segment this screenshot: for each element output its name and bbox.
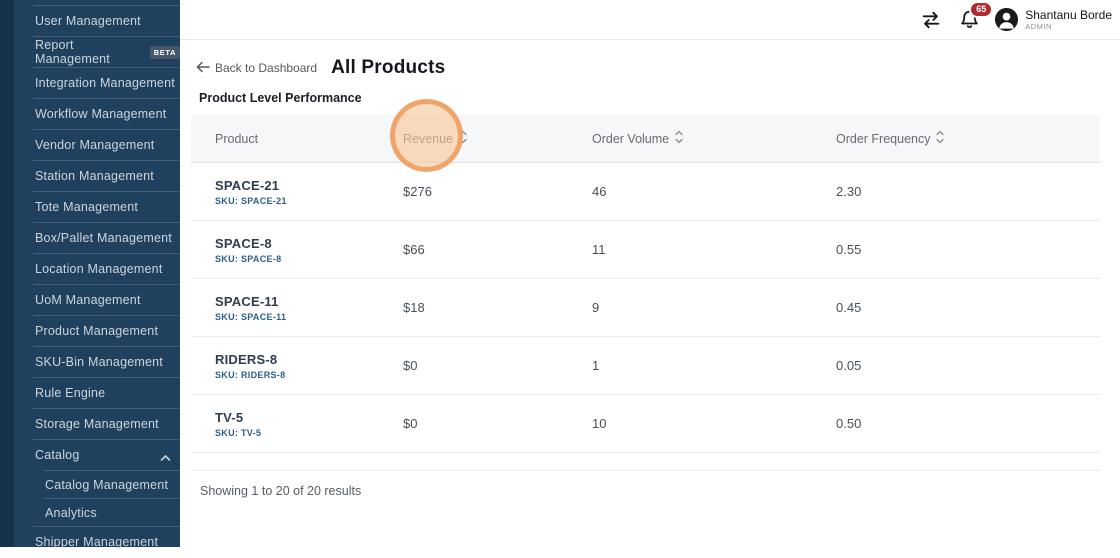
product-sku: SKU: SPACE-8: [215, 254, 403, 264]
sort-icon: [936, 130, 944, 147]
order-frequency-value: 0.05: [836, 358, 1100, 373]
sidebar-item-rule-engine[interactable]: Rule Engine: [0, 378, 180, 408]
product-name: SPACE-21: [215, 178, 403, 193]
back-to-dashboard-link[interactable]: Back to Dashboard: [196, 61, 317, 76]
column-header-order-volume[interactable]: Order Volume: [592, 130, 836, 147]
sidebar-item-catalog[interactable]: Catalog: [0, 440, 180, 470]
sidebar-item-analytics[interactable]: Analytics: [0, 499, 180, 526]
product-sku: SKU: SPACE-11: [215, 312, 403, 322]
revenue-value: $0: [403, 416, 592, 431]
order-volume-value: 10: [592, 416, 836, 431]
product-name: TV-5: [215, 410, 403, 425]
order-volume-value: 9: [592, 300, 836, 315]
notifications-bell-icon[interactable]: 65: [957, 8, 981, 32]
order-volume-value: 11: [592, 242, 836, 257]
revenue-value: $18: [403, 300, 592, 315]
sidebar-item-box-pallet-management[interactable]: Box/Pallet Management: [0, 223, 180, 253]
order-frequency-value: 2.30: [836, 184, 1100, 199]
product-name: SPACE-11: [215, 294, 403, 309]
top-header: 65 Shantanu Borde ADMIN: [180, 0, 1120, 40]
order-volume-value: 1: [592, 358, 836, 373]
table-row[interactable]: SPACE-8 SKU: SPACE-8 $66 11 0.55: [191, 221, 1100, 279]
revenue-value: $0: [403, 358, 592, 373]
sidebar-item-report-management[interactable]: Report ManagementBETA: [0, 37, 180, 67]
sidebar-item-sku-bin-management[interactable]: SKU-Bin Management: [0, 347, 180, 377]
table-row[interactable]: SPACE-11 SKU: SPACE-11 $18 9 0.45: [191, 279, 1100, 337]
sidebar-item-workflow-management[interactable]: Workflow Management: [0, 99, 180, 129]
product-sku: SKU: SPACE-21: [215, 196, 403, 206]
sidebar-nav: User Management Report ManagementBETA In…: [0, 2, 180, 558]
sidebar-item-station-management[interactable]: Station Management: [0, 161, 180, 191]
sort-icon: [675, 130, 683, 147]
sidebar-item-storage-management[interactable]: Storage Management: [0, 409, 180, 439]
sidebar-item-shipper-management[interactable]: Shipper Management: [0, 527, 180, 557]
main-area: 65 Shantanu Borde ADMIN Back to Dashboar…: [180, 0, 1120, 547]
product-sku: SKU: TV-5: [215, 428, 403, 438]
table-row[interactable]: SPACE-21 SKU: SPACE-21 $276 46 2.30: [191, 163, 1100, 221]
product-performance-table: Product Revenue Order Volume Order Frequ…: [191, 115, 1100, 498]
sidebar-item-vendor-management[interactable]: Vendor Management: [0, 130, 180, 160]
table-header-row: Product Revenue Order Volume Order Frequ…: [191, 115, 1100, 163]
order-volume-value: 46: [592, 184, 836, 199]
column-header-order-frequency[interactable]: Order Frequency: [836, 130, 1100, 147]
user-menu[interactable]: Shantanu Borde ADMIN: [995, 8, 1112, 31]
sidebar-item-uom-management[interactable]: UoM Management: [0, 285, 180, 315]
sidebar-item-integration-management[interactable]: Integration Management: [0, 68, 180, 98]
table-bottom-border: [191, 453, 1100, 471]
column-header-product: Product: [191, 132, 403, 146]
results-summary: Showing 1 to 20 of 20 results: [191, 471, 1100, 498]
swap-icon[interactable]: [919, 8, 943, 32]
sidebar-item-catalog-management[interactable]: Catalog Management: [0, 471, 180, 498]
sidebar: User Management Report ManagementBETA In…: [0, 0, 180, 547]
revenue-value: $276: [403, 184, 592, 199]
table-row[interactable]: RIDERS-8 SKU: RIDERS-8 $0 1 0.05: [191, 337, 1100, 395]
user-name: Shantanu Borde: [1025, 8, 1112, 22]
breadcrumb: Back to Dashboard All Products: [180, 40, 1120, 79]
sidebar-item-user-management[interactable]: User Management: [0, 6, 180, 36]
product-name: RIDERS-8: [215, 352, 403, 367]
product-name: SPACE-8: [215, 236, 403, 251]
notification-count-badge: 65: [969, 1, 993, 18]
order-frequency-value: 0.55: [836, 242, 1100, 257]
section-title: Product Level Performance: [199, 91, 1120, 105]
sidebar-item-tote-management[interactable]: Tote Management: [0, 192, 180, 222]
chevron-up-icon: [160, 451, 171, 465]
sidebar-item-location-management[interactable]: Location Management: [0, 254, 180, 284]
user-avatar-icon: [995, 8, 1018, 31]
sidebar-item-product-management[interactable]: Product Management: [0, 316, 180, 346]
order-frequency-value: 0.45: [836, 300, 1100, 315]
user-role: ADMIN: [1025, 22, 1112, 31]
revenue-highlight-beacon[interactable]: [390, 99, 463, 172]
revenue-value: $66: [403, 242, 592, 257]
beta-badge: BETA: [150, 46, 180, 59]
table-row[interactable]: TV-5 SKU: TV-5 $0 10 0.50: [191, 395, 1100, 453]
page-title: All Products: [331, 57, 445, 79]
back-arrow-icon: [196, 61, 210, 76]
product-sku: SKU: RIDERS-8: [215, 370, 403, 380]
order-frequency-value: 0.50: [836, 416, 1100, 431]
